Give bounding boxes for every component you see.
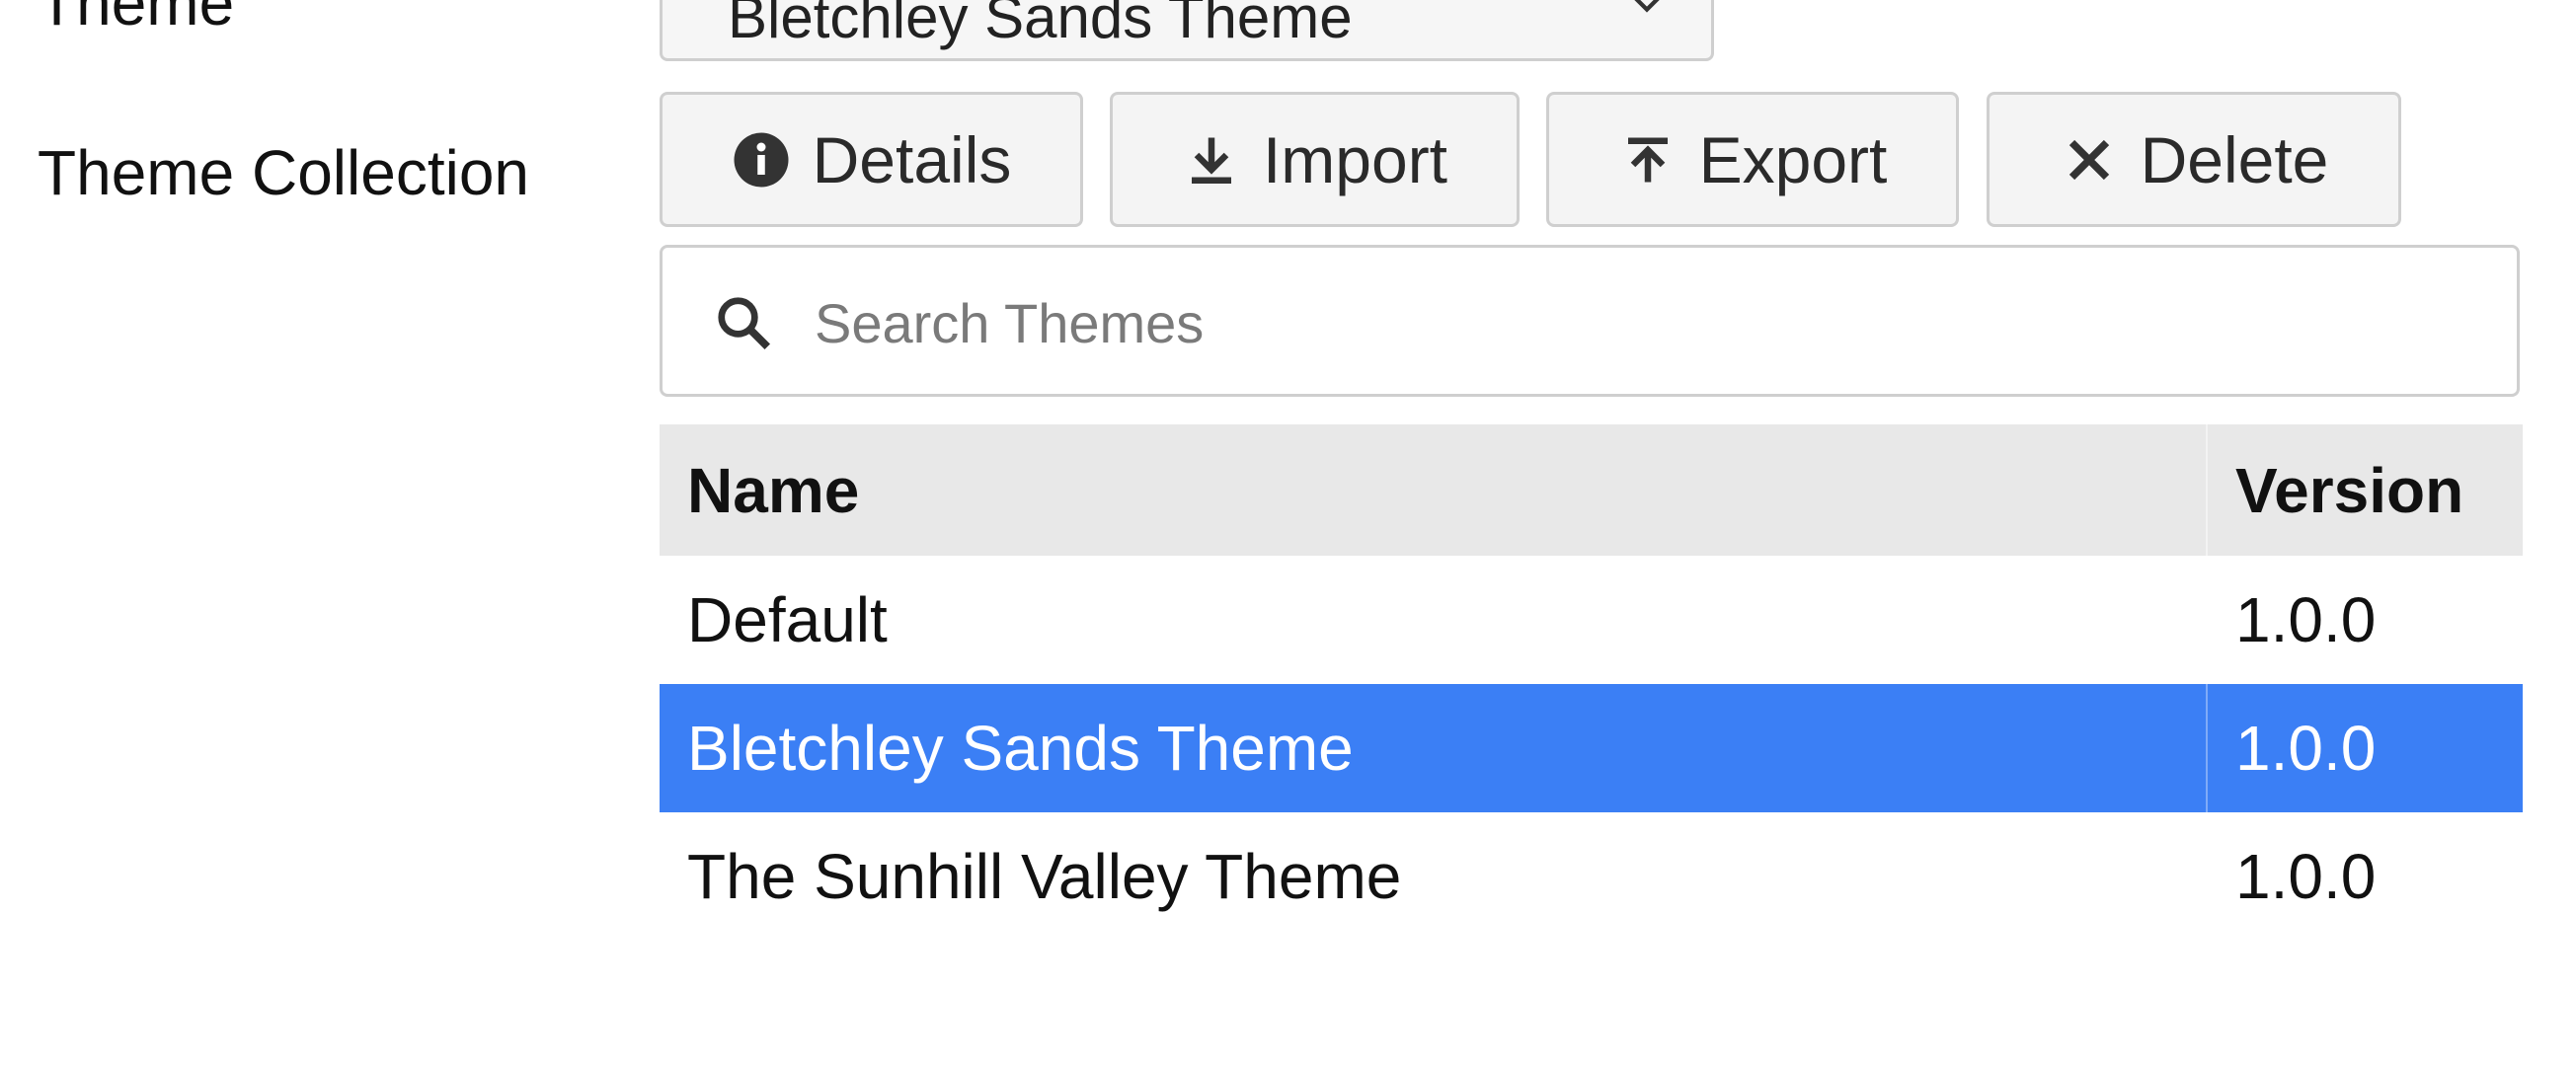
theme-label: Theme [38, 0, 235, 38]
table-row[interactable]: Default 1.0.0 [660, 556, 2523, 684]
column-header-name[interactable]: Name [660, 424, 2206, 556]
theme-select[interactable]: Bletchley Sands Theme [660, 0, 1714, 61]
theme-settings-panel: Theme Theme Collection Bletchley Sands T… [0, 0, 2576, 1066]
theme-version-cell: 1.0.0 [2206, 556, 2523, 684]
search-icon [718, 297, 770, 349]
close-icon [2069, 139, 2109, 180]
delete-button[interactable]: Delete [1987, 92, 2401, 227]
theme-select-value: Bletchley Sands Theme [728, 0, 1353, 50]
table-header: Name Version [660, 424, 2523, 556]
details-button[interactable]: Details [660, 92, 1083, 227]
import-button-label: Import [1262, 122, 1448, 196]
download-icon [1191, 137, 1231, 184]
delete-button-label: Delete [2140, 122, 2329, 196]
search-box[interactable] [660, 245, 2520, 397]
table-row[interactable]: The Sunhill Valley Theme 1.0.0 [660, 812, 2523, 941]
table-row-selected[interactable]: Bletchley Sands Theme 1.0.0 [660, 684, 2523, 812]
theme-name-cell: Default [687, 584, 888, 655]
info-icon [734, 132, 789, 187]
theme-collection-label: Theme Collection [38, 137, 529, 208]
theme-version-cell: 1.0.0 [2206, 684, 2523, 812]
export-button[interactable]: Export [1546, 92, 1959, 227]
import-button[interactable]: Import [1110, 92, 1520, 227]
chevron-down-icon [1634, 0, 1660, 13]
theme-version-cell: 1.0.0 [2206, 812, 2523, 941]
export-button-label: Export [1698, 122, 1888, 196]
search-input[interactable] [813, 277, 2475, 368]
upload-icon [1627, 137, 1668, 182]
details-button-label: Details [812, 122, 1012, 196]
themes-table: Name Version Default 1.0.0 Bletchley San… [660, 424, 2523, 941]
column-header-version[interactable]: Version [2206, 424, 2523, 556]
theme-name-cell: The Sunhill Valley Theme [687, 841, 1402, 912]
theme-name-cell: Bletchley Sands Theme [687, 713, 1354, 784]
